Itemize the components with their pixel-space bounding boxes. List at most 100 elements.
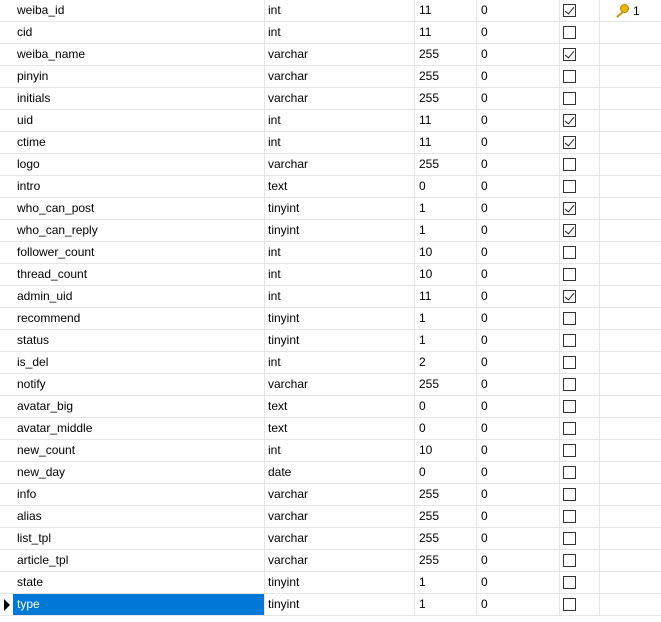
- key-cell[interactable]: [600, 264, 661, 285]
- not-null-checkbox[interactable]: [563, 378, 576, 391]
- row-indicator[interactable]: [0, 374, 13, 395]
- field-row[interactable]: weiba_id int 11 0 1: [0, 0, 661, 22]
- key-cell[interactable]: [600, 484, 661, 505]
- field-length-cell[interactable]: 10: [415, 242, 477, 263]
- field-type-cell[interactable]: int: [265, 242, 415, 263]
- field-type-cell[interactable]: text: [265, 176, 415, 197]
- field-decimals-cell[interactable]: 0: [477, 154, 560, 175]
- key-cell[interactable]: [600, 462, 661, 483]
- field-decimals-cell[interactable]: 0: [477, 264, 560, 285]
- field-length-cell[interactable]: 11: [415, 110, 477, 131]
- field-decimals-cell[interactable]: 0: [477, 396, 560, 417]
- field-name-cell[interactable]: ctime: [13, 132, 265, 153]
- field-type-cell[interactable]: varchar: [265, 506, 415, 527]
- field-length-cell[interactable]: 255: [415, 506, 477, 527]
- key-cell[interactable]: [600, 132, 661, 153]
- field-length-cell[interactable]: 10: [415, 264, 477, 285]
- field-length-cell[interactable]: 255: [415, 484, 477, 505]
- field-decimals-cell[interactable]: 0: [477, 550, 560, 571]
- row-indicator[interactable]: [0, 198, 13, 219]
- not-null-checkbox[interactable]: [563, 48, 576, 61]
- row-indicator[interactable]: [0, 396, 13, 417]
- field-name-cell[interactable]: status: [13, 330, 265, 351]
- field-type-cell[interactable]: int: [265, 264, 415, 285]
- not-null-checkbox[interactable]: [563, 444, 576, 457]
- field-name-cell[interactable]: thread_count: [13, 264, 265, 285]
- row-indicator[interactable]: [0, 308, 13, 329]
- field-length-cell[interactable]: 0: [415, 396, 477, 417]
- field-decimals-cell[interactable]: 0: [477, 110, 560, 131]
- key-cell[interactable]: [600, 550, 661, 571]
- field-decimals-cell[interactable]: 0: [477, 242, 560, 263]
- row-indicator[interactable]: [0, 264, 13, 285]
- not-null-checkbox[interactable]: [563, 92, 576, 105]
- field-row[interactable]: notify varchar 255 0: [0, 374, 661, 396]
- field-type-cell[interactable]: varchar: [265, 66, 415, 87]
- field-decimals-cell[interactable]: 0: [477, 198, 560, 219]
- field-name-cell[interactable]: recommend: [13, 308, 265, 329]
- field-row[interactable]: weiba_name varchar 255 0: [0, 44, 661, 66]
- field-type-cell[interactable]: int: [265, 132, 415, 153]
- row-indicator[interactable]: [0, 462, 13, 483]
- row-indicator[interactable]: [0, 22, 13, 43]
- not-null-checkbox[interactable]: [563, 4, 576, 17]
- field-decimals-cell[interactable]: 0: [477, 66, 560, 87]
- field-row[interactable]: thread_count int 10 0: [0, 264, 661, 286]
- field-decimals-cell[interactable]: 0: [477, 352, 560, 373]
- row-indicator[interactable]: [0, 242, 13, 263]
- row-indicator[interactable]: [0, 330, 13, 351]
- not-null-checkbox[interactable]: [563, 26, 576, 39]
- row-indicator[interactable]: [0, 0, 13, 21]
- field-decimals-cell[interactable]: 0: [477, 308, 560, 329]
- key-cell[interactable]: [600, 594, 661, 615]
- not-null-checkbox[interactable]: [563, 598, 576, 611]
- field-row[interactable]: admin_uid int 11 0: [0, 286, 661, 308]
- field-length-cell[interactable]: 0: [415, 462, 477, 483]
- key-cell[interactable]: [600, 242, 661, 263]
- row-indicator[interactable]: [0, 220, 13, 241]
- row-indicator[interactable]: [0, 550, 13, 571]
- field-type-cell[interactable]: tinyint: [265, 572, 415, 593]
- field-row[interactable]: pinyin varchar 255 0: [0, 66, 661, 88]
- row-indicator[interactable]: [0, 528, 13, 549]
- not-null-checkbox[interactable]: [563, 70, 576, 83]
- not-null-checkbox[interactable]: [563, 114, 576, 127]
- key-cell[interactable]: [600, 352, 661, 373]
- field-type-cell[interactable]: tinyint: [265, 308, 415, 329]
- field-type-cell[interactable]: tinyint: [265, 198, 415, 219]
- field-length-cell[interactable]: 0: [415, 176, 477, 197]
- field-decimals-cell[interactable]: 0: [477, 462, 560, 483]
- row-indicator[interactable]: [0, 572, 13, 593]
- field-decimals-cell[interactable]: 0: [477, 374, 560, 395]
- field-row[interactable]: follower_count int 10 0: [0, 242, 661, 264]
- field-length-cell[interactable]: 0: [415, 418, 477, 439]
- field-length-cell[interactable]: 255: [415, 374, 477, 395]
- field-name-cell[interactable]: avatar_big: [13, 396, 265, 417]
- field-decimals-cell[interactable]: 0: [477, 506, 560, 527]
- field-decimals-cell[interactable]: 0: [477, 484, 560, 505]
- field-row[interactable]: info varchar 255 0: [0, 484, 661, 506]
- field-type-cell[interactable]: varchar: [265, 528, 415, 549]
- field-decimals-cell[interactable]: 0: [477, 44, 560, 65]
- field-decimals-cell[interactable]: 0: [477, 440, 560, 461]
- field-type-cell[interactable]: varchar: [265, 374, 415, 395]
- key-cell[interactable]: [600, 308, 661, 329]
- field-name-cell[interactable]: weiba_id: [13, 0, 265, 21]
- not-null-checkbox[interactable]: [563, 488, 576, 501]
- field-length-cell[interactable]: 1: [415, 308, 477, 329]
- field-name-cell[interactable]: is_del: [13, 352, 265, 373]
- field-name-cell[interactable]: uid: [13, 110, 265, 131]
- row-indicator[interactable]: [0, 352, 13, 373]
- field-decimals-cell[interactable]: 0: [477, 572, 560, 593]
- field-type-cell[interactable]: text: [265, 396, 415, 417]
- field-decimals-cell[interactable]: 0: [477, 220, 560, 241]
- field-type-cell[interactable]: tinyint: [265, 594, 415, 615]
- not-null-checkbox[interactable]: [563, 246, 576, 259]
- field-row[interactable]: state tinyint 1 0: [0, 572, 661, 594]
- key-cell[interactable]: [600, 286, 661, 307]
- field-row[interactable]: type tinyint 1 0: [0, 594, 661, 616]
- not-null-checkbox[interactable]: [563, 202, 576, 215]
- key-cell[interactable]: [600, 440, 661, 461]
- key-cell[interactable]: [600, 22, 661, 43]
- not-null-checkbox[interactable]: [563, 180, 576, 193]
